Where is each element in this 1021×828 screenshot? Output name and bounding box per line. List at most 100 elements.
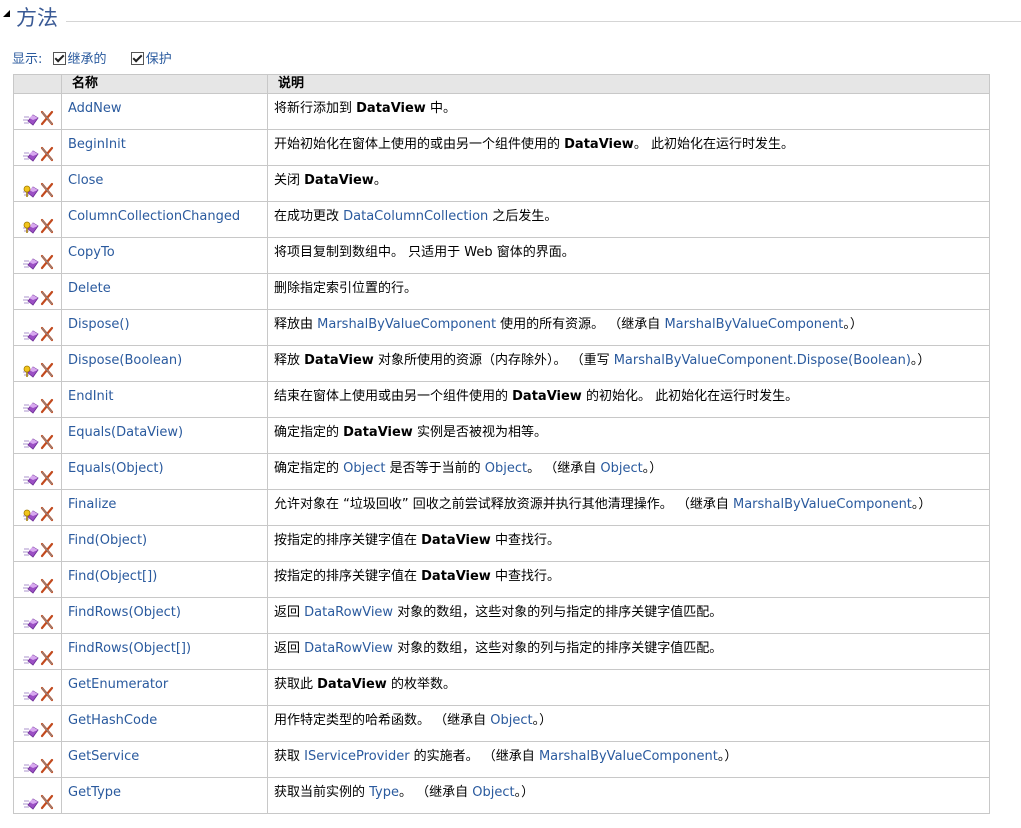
description-text: 中。 bbox=[425, 101, 456, 116]
method-link[interactable]: GetEnumerator bbox=[68, 677, 168, 692]
description-text: 。） bbox=[532, 713, 553, 728]
method-link[interactable]: Dispose() bbox=[68, 317, 130, 332]
type-link[interactable]: MarshalByValueComponent bbox=[539, 749, 718, 764]
description-text: 确定指定的 bbox=[274, 425, 344, 440]
table-row: Finalize 允许对象在 “垃圾回收” 回收之前尝试释放资源并执行其他清理操作… bbox=[13, 489, 990, 526]
description-text: 。 （继承自 bbox=[399, 785, 473, 800]
member-icons bbox=[23, 758, 55, 774]
public-method-icon bbox=[23, 474, 39, 486]
method-link[interactable]: Finalize bbox=[68, 497, 116, 512]
protected-method-icon bbox=[23, 365, 39, 378]
method-link[interactable]: GetService bbox=[68, 749, 139, 764]
collapse-triangle-icon[interactable] bbox=[3, 10, 10, 17]
row-icon-cell bbox=[13, 705, 62, 742]
row-icon-cell bbox=[13, 777, 62, 814]
filter-inherited-label: 继承的 bbox=[67, 52, 107, 67]
type-link[interactable]: MarshalByValueComponent.Dispose(Boolean) bbox=[614, 353, 911, 368]
member-icons bbox=[23, 722, 55, 738]
checkbox-inherited[interactable] bbox=[52, 52, 66, 65]
xna-framework-icon bbox=[40, 182, 54, 198]
table-row: ColumnCollectionChanged 在成功更改 DataColumnC… bbox=[13, 201, 990, 238]
member-icons bbox=[23, 362, 55, 378]
description-text: 的初始化。 此初始化在运行时发生。 bbox=[581, 389, 799, 404]
type-link[interactable]: MarshalByValueComponent bbox=[733, 497, 912, 512]
row-icon-cell bbox=[13, 561, 62, 598]
method-link[interactable]: ColumnCollectionChanged bbox=[68, 209, 240, 224]
description-text: 释放 bbox=[274, 353, 305, 368]
row-description-cell: 返回 DataRowView 对象的数组，这些对象的列与指定的排序关键字值匹配。 bbox=[267, 597, 990, 634]
row-description-cell: 将新行添加到 DataView 中。 bbox=[267, 93, 990, 130]
member-filter-bar: 显示: 继承的 保护 bbox=[12, 50, 192, 70]
description-text: 使用的所有资源。 （继承自 bbox=[496, 317, 665, 332]
method-link[interactable]: GetType bbox=[68, 785, 121, 800]
checkbox-protected[interactable] bbox=[130, 52, 144, 65]
type-link[interactable]: MarshalByValueComponent bbox=[317, 317, 496, 332]
member-icons bbox=[23, 398, 55, 414]
row-description-cell: 获取 IServiceProvider 的实施者。 （继承自 MarshalBy… bbox=[267, 741, 990, 778]
method-link[interactable]: FindRows(Object) bbox=[68, 605, 181, 620]
method-link[interactable]: Dispose(Boolean) bbox=[68, 353, 182, 368]
description-text: 之后发生。 bbox=[488, 209, 558, 224]
description-text: 。） bbox=[910, 353, 931, 368]
row-description-cell: 删除指定索引位置的行。 bbox=[267, 273, 990, 310]
method-link[interactable]: GetHashCode bbox=[68, 713, 157, 728]
description-text: 按指定的排序关键字值在 bbox=[274, 533, 422, 548]
method-link[interactable]: Find(Object) bbox=[68, 533, 147, 548]
method-link[interactable]: CopyTo bbox=[68, 245, 115, 260]
description-text: 允许对象在 “垃圾回收” 回收之前尝试释放资源并执行其他清理操作。 （继承自 bbox=[274, 497, 733, 512]
type-link[interactable]: DataRowView bbox=[304, 641, 393, 656]
xna-framework-icon bbox=[40, 218, 54, 234]
type-link[interactable]: Object bbox=[343, 461, 385, 476]
method-link[interactable]: Equals(DataView) bbox=[68, 425, 183, 440]
type-link[interactable]: Object bbox=[472, 785, 514, 800]
type-link[interactable]: Object bbox=[600, 461, 642, 476]
method-link[interactable]: FindRows(Object[]) bbox=[68, 641, 191, 656]
member-icons bbox=[23, 506, 55, 522]
public-method-icon bbox=[23, 690, 39, 702]
row-icon-cell bbox=[13, 309, 62, 346]
xna-framework-icon bbox=[40, 362, 54, 378]
section-header: 方法 bbox=[0, 0, 1021, 40]
description-text: 的实施者。 （继承自 bbox=[409, 749, 539, 764]
method-link[interactable]: EndInit bbox=[68, 389, 114, 404]
method-link[interactable]: Find(Object[]) bbox=[68, 569, 157, 584]
row-icon-cell bbox=[13, 129, 62, 166]
description-text: 结束在窗体上使用或由另一个组件使用的 bbox=[274, 389, 513, 404]
filter-protected[interactable]: 保护 bbox=[130, 50, 172, 70]
header-name: 名称 bbox=[61, 74, 268, 94]
type-link[interactable]: Type bbox=[369, 785, 399, 800]
row-description-cell: 释放 DataView 对象所使用的资源（内存除外）。 （重写 MarshalB… bbox=[267, 345, 990, 382]
row-name-cell: GetType bbox=[61, 777, 268, 814]
xna-framework-icon bbox=[40, 434, 54, 450]
type-link[interactable]: DataColumnCollection bbox=[343, 209, 488, 224]
method-link[interactable]: Equals(Object) bbox=[68, 461, 164, 476]
method-link[interactable]: BeginInit bbox=[68, 137, 126, 152]
row-name-cell: Find(Object[]) bbox=[61, 561, 268, 598]
protected-method-icon bbox=[23, 509, 39, 522]
row-icon-cell bbox=[13, 453, 62, 490]
filter-inherited[interactable]: 继承的 bbox=[52, 50, 107, 70]
member-icons bbox=[23, 614, 55, 630]
type-link[interactable]: DataRowView bbox=[304, 605, 393, 620]
method-link[interactable]: Close bbox=[68, 173, 103, 188]
method-link[interactable]: AddNew bbox=[68, 101, 122, 116]
row-icon-cell bbox=[13, 237, 62, 274]
row-name-cell: Equals(DataView) bbox=[61, 417, 268, 454]
methods-table-body: AddNew 将新行添加到 DataView 中。 BeginInit 开始初始化在窗… bbox=[13, 93, 990, 814]
description-text: 中查找行。 bbox=[490, 533, 560, 548]
xna-framework-icon bbox=[40, 578, 54, 594]
row-icon-cell bbox=[13, 633, 62, 670]
type-link[interactable]: Object bbox=[485, 461, 527, 476]
type-link[interactable]: IServiceProvider bbox=[304, 749, 409, 764]
description-text: 。） bbox=[514, 785, 535, 800]
method-link[interactable]: Delete bbox=[68, 281, 111, 296]
type-link[interactable]: MarshalByValueComponent bbox=[664, 317, 843, 332]
row-description-cell: 释放由 MarshalByValueComponent 使用的所有资源。 （继承… bbox=[267, 309, 990, 346]
table-row: FindRows(Object[]) 返回 DataRowView 对象的数组，这… bbox=[13, 633, 990, 670]
description-text: 。 （继承自 bbox=[527, 461, 601, 476]
xna-framework-icon bbox=[40, 614, 54, 630]
table-row: Equals(DataView) 确定指定的 DataView 实例是否被视为相等… bbox=[13, 417, 990, 454]
member-icons bbox=[23, 794, 55, 810]
type-link[interactable]: Object bbox=[490, 713, 532, 728]
table-row: Equals(Object) 确定指定的 Object 是否等于当前的 Objec… bbox=[13, 453, 990, 490]
